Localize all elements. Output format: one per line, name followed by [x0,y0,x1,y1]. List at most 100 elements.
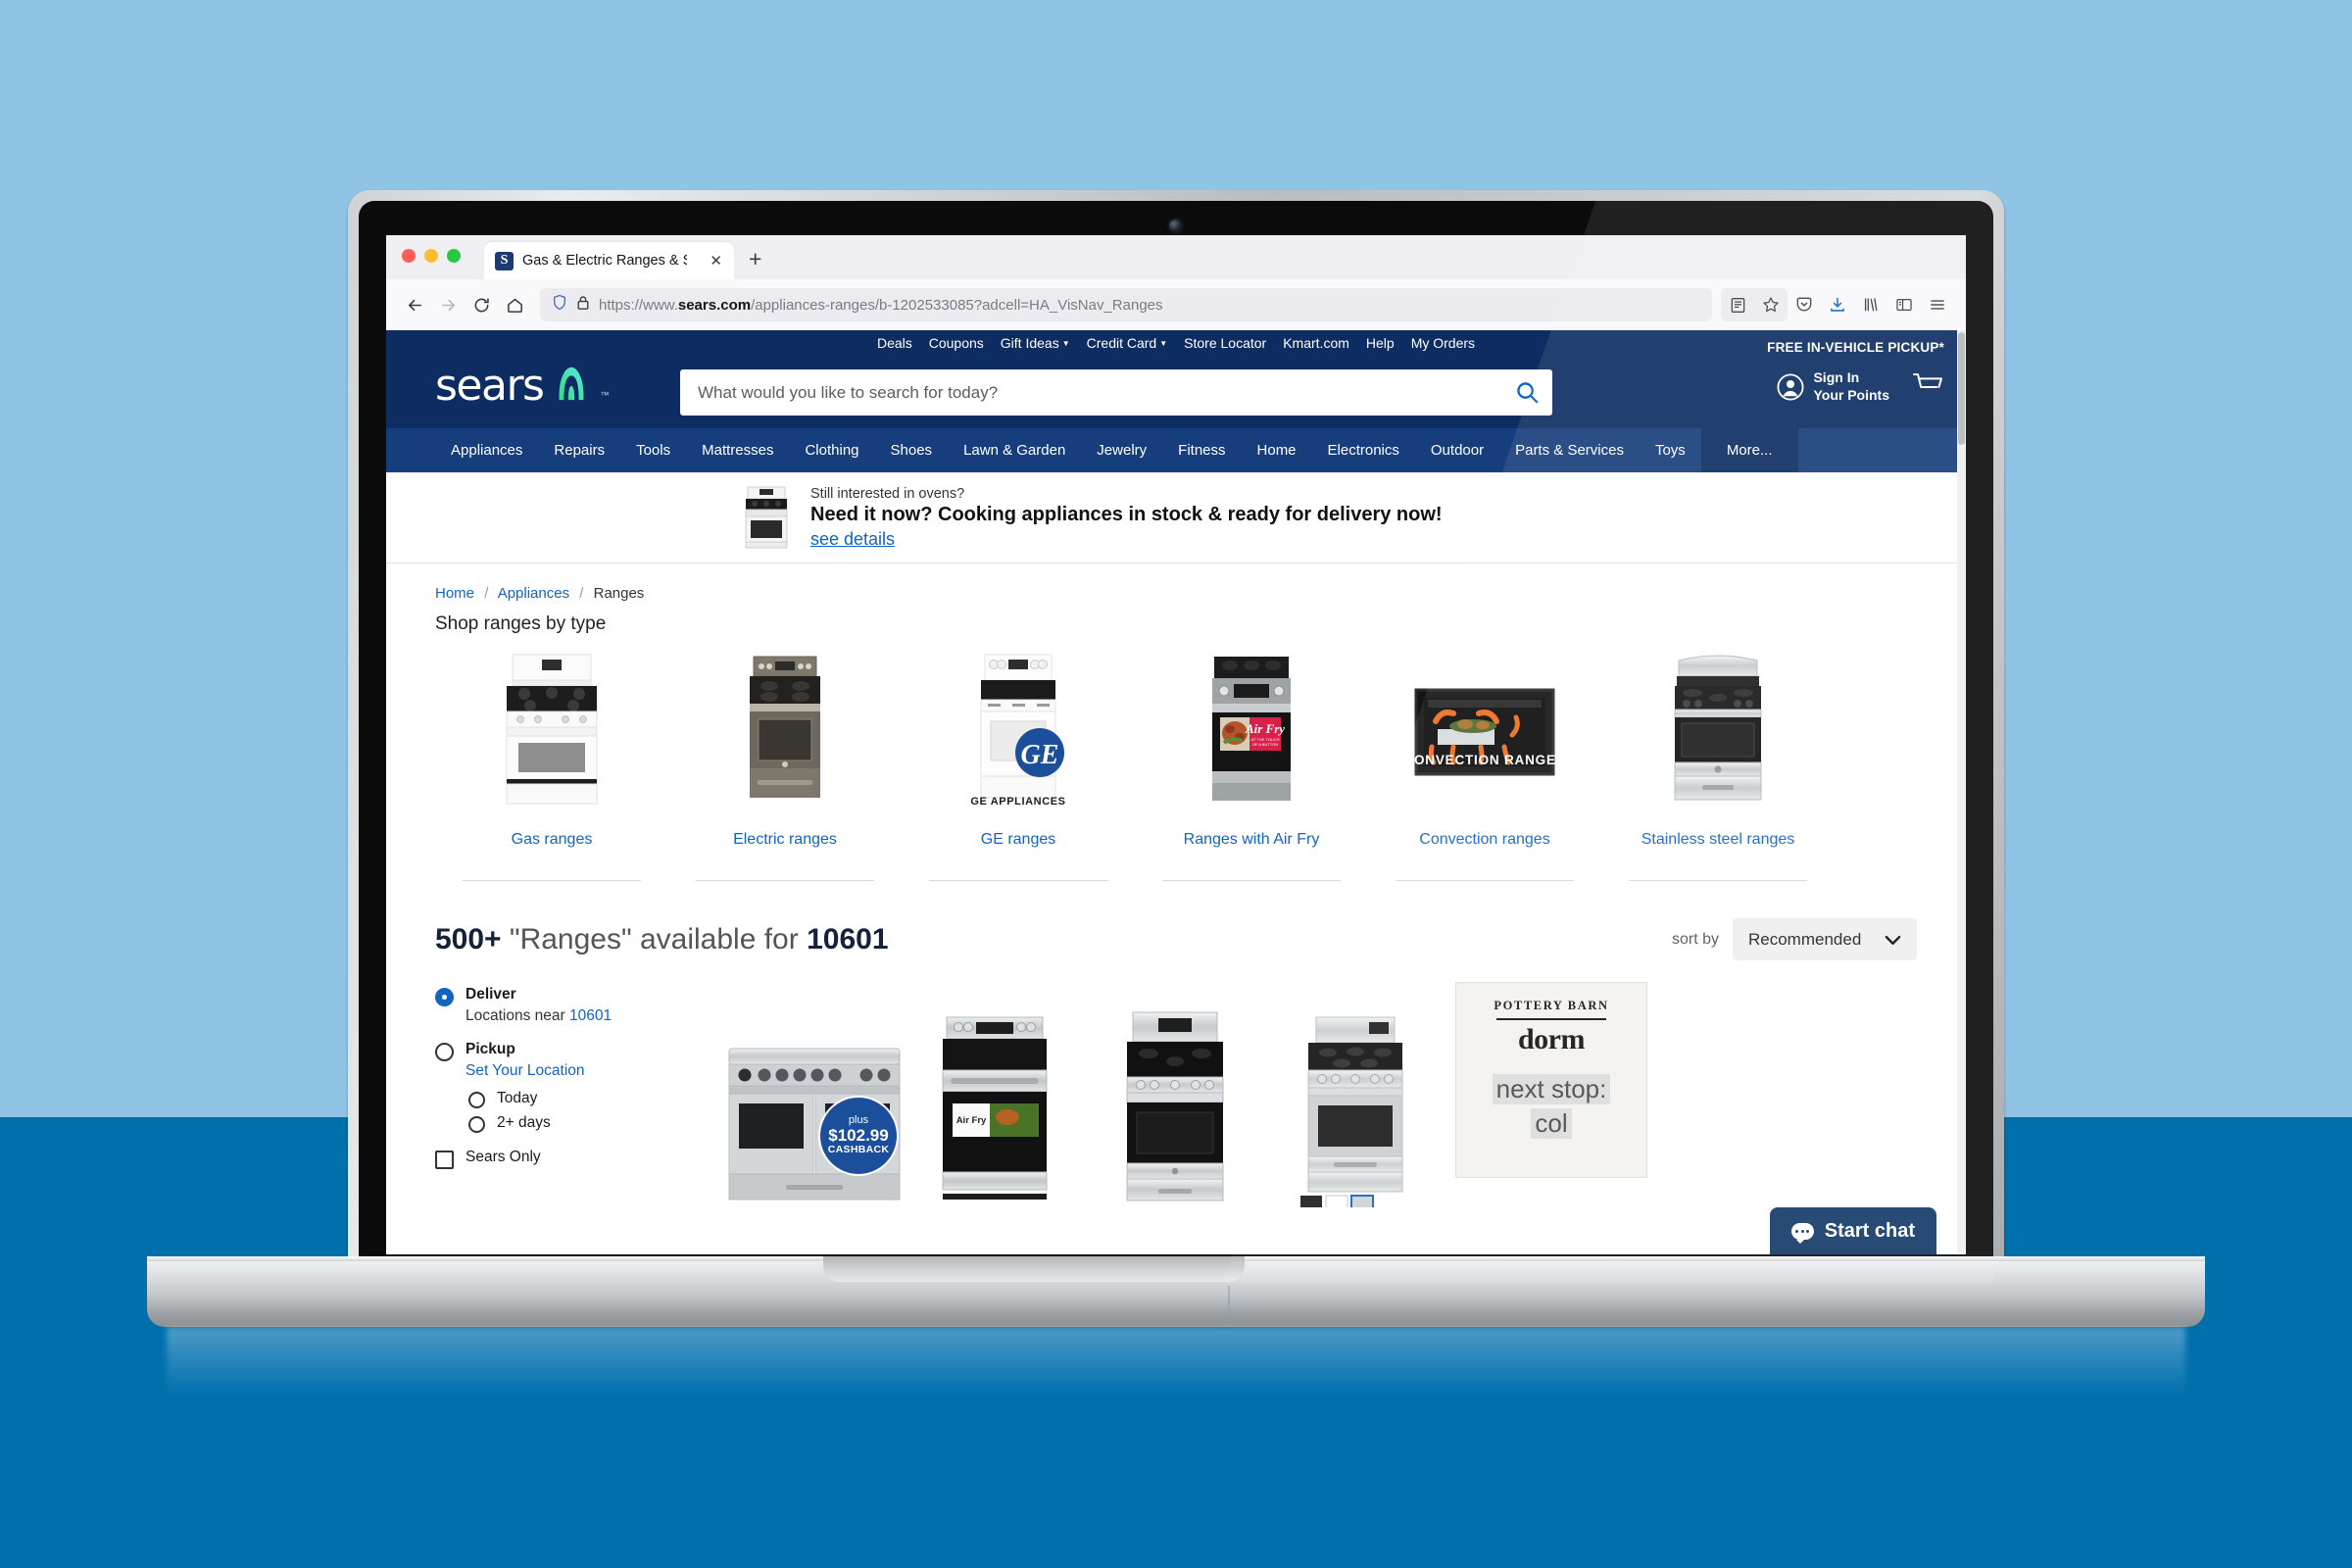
svg-text:Air Fry: Air Fry [1245,721,1285,736]
pottery-barn-ad[interactable]: POTTERY BARN dorm next stop: col [1455,982,1647,1178]
search-icon[interactable] [1501,369,1552,416]
tile-gas-ranges[interactable]: Gas ranges [435,649,668,881]
sort-select[interactable]: Recommended [1733,918,1917,960]
nav-item-shoes[interactable]: Shoes [875,428,949,472]
product-card[interactable] [1085,982,1265,1207]
tab-close-icon[interactable]: ✕ [708,252,724,270]
window-controls[interactable] [402,249,461,263]
tile-ranges-with-air-fry[interactable]: Air Fry AT THE TOUCH OF A BUTTON Ranges … [1135,649,1368,881]
search-bar[interactable] [680,369,1552,416]
new-tab-button[interactable]: + [749,246,761,272]
nav-item-repairs[interactable]: Repairs [538,428,620,472]
deliver-zip-link[interactable]: 10601 [569,1007,612,1024]
utility-nav-item[interactable]: Credit Card ▼ [1087,335,1168,351]
nav-item-home[interactable]: Home [1242,428,1312,472]
set-your-location-link[interactable]: Set Your Location [466,1062,585,1080]
address-bar[interactable]: https://www.sears.com/appliances-ranges/… [540,288,1712,321]
tile-label[interactable]: Ranges with Air Fry [1184,831,1320,849]
hamburger-menu-icon[interactable] [1921,288,1954,321]
pickup-radio[interactable] [435,1043,454,1061]
filter-pickup[interactable]: Pickup Set Your Location [435,1041,695,1080]
stainless-range-image [1636,649,1800,813]
scrollbar-thumb[interactable] [1958,332,1965,445]
tile-ge-ranges[interactable]: GE GE APPLIANCES GE ranges [902,649,1135,881]
ge-range-image: GE GE APPLIANCES [936,649,1101,813]
back-icon[interactable] [398,288,431,321]
promo-see-details-link[interactable]: see details [810,529,1443,550]
webcam-icon [1169,220,1182,232]
nav-item-fitness[interactable]: Fitness [1162,428,1241,472]
header-account-area: FREE IN-VEHICLE PICKUP* Sign In Your Poin… [1767,340,1944,404]
promo-banner[interactable]: Still interested in ovens? Need it now? … [386,472,1966,564]
nav-item-appliances[interactable]: Appliances [435,428,538,472]
sears-logo[interactable]: sears ™ [435,360,609,411]
breadcrumb-home[interactable]: Home [435,585,474,602]
reload-icon[interactable] [465,288,498,321]
utility-nav-item[interactable]: Coupons [929,335,984,351]
filter-today[interactable]: Today [468,1090,695,1108]
sears-logo-text: sears [435,360,545,411]
deliver-radio[interactable] [435,988,454,1006]
tile-convection-ranges[interactable]: CONVECTION RANGES Convection ranges [1368,649,1601,881]
reader-view-icon[interactable] [1721,288,1754,321]
tile-label[interactable]: Convection ranges [1419,831,1549,849]
downloads-icon[interactable] [1821,288,1854,321]
page-scrollbar[interactable] [1957,330,1966,1254]
tab-title: Gas & Electric Ranges & Stoves [522,253,687,269]
cashback-badge: plus $102.99 CASHBACK [820,1098,897,1174]
product-card[interactable]: plus $102.99 CASHBACK [724,982,905,1207]
nav-item-mattresses[interactable]: Mattresses [686,428,789,472]
nav-item-clothing[interactable]: Clothing [789,428,874,472]
utility-nav-item[interactable]: Deals [877,335,912,351]
product-card[interactable]: Air Fry [905,982,1085,1207]
tile-divider [696,880,874,881]
nav-item-outdoor[interactable]: Outdoor [1415,428,1499,472]
product-card[interactable] [1265,982,1446,1207]
shield-icon[interactable] [552,294,567,316]
tile-label[interactable]: Gas ranges [512,831,593,849]
breadcrumb-appliances[interactable]: Appliances [498,585,569,602]
nav-item-lawn-garden[interactable]: Lawn & Garden [948,428,1081,472]
nav-item-toys[interactable]: Toys [1640,428,1701,472]
filter-2plus-days[interactable]: 2+ days [468,1114,695,1133]
search-input[interactable] [680,382,1501,403]
filter-sears-only[interactable]: Sears Only [435,1149,695,1169]
filter-deliver[interactable]: Deliver Locations near 10601 [435,986,695,1025]
nav-item-more[interactable]: More... [1700,428,1798,472]
results-query: "Ranges" [509,922,632,956]
tile-stainless-steel-ranges[interactable]: Stainless steel ranges [1601,649,1835,881]
tile-label[interactable]: GE ranges [981,831,1055,849]
two-plus-days-radio[interactable] [468,1116,485,1133]
utility-nav-item[interactable]: Help [1366,335,1395,351]
close-window-button[interactable] [402,249,416,263]
nav-item-electronics[interactable]: Electronics [1312,428,1415,472]
library-icon[interactable] [1854,288,1887,321]
pocket-icon[interactable] [1788,288,1821,321]
cart-icon[interactable] [1911,370,1944,403]
utility-nav-item[interactable]: Gift Ideas ▼ [1001,335,1070,351]
sears-only-checkbox[interactable] [435,1151,454,1169]
utility-nav-item[interactable]: My Orders [1411,335,1475,351]
today-radio[interactable] [468,1092,485,1108]
utility-nav-item[interactable]: Store Locator [1184,335,1266,351]
home-icon[interactable] [498,288,531,321]
url-text: https://www.sears.com/appliances-ranges/… [599,296,1163,314]
start-chat-button[interactable]: Start chat [1769,1207,1936,1254]
minimize-window-button[interactable] [424,249,438,263]
browser-tab[interactable]: S Gas & Electric Ranges & Stoves ✕ [484,242,734,279]
nav-item-parts-services[interactable]: Parts & Services [1499,428,1640,472]
nav-item-jewelry[interactable]: Jewelry [1081,428,1162,472]
sign-in-button[interactable]: Sign In Your Points [1777,369,1889,404]
tile-label[interactable]: Electric ranges [733,831,837,849]
tile-electric-ranges[interactable]: Electric ranges [668,649,902,881]
maximize-window-button[interactable] [447,249,461,263]
nav-item-tools[interactable]: Tools [620,428,686,472]
cashback-word: CASHBACK [827,1144,890,1156]
forward-icon[interactable] [431,288,465,321]
tile-label[interactable]: Stainless steel ranges [1642,831,1795,849]
sidebar-icon[interactable] [1887,288,1921,321]
utility-nav-item[interactable]: Kmart.com [1283,335,1349,351]
bookmark-star-icon[interactable] [1754,288,1788,321]
results-zip: 10601 [807,922,889,956]
laptop-mockup: S Gas & Electric Ranges & Stoves ✕ + [0,0,2352,1568]
